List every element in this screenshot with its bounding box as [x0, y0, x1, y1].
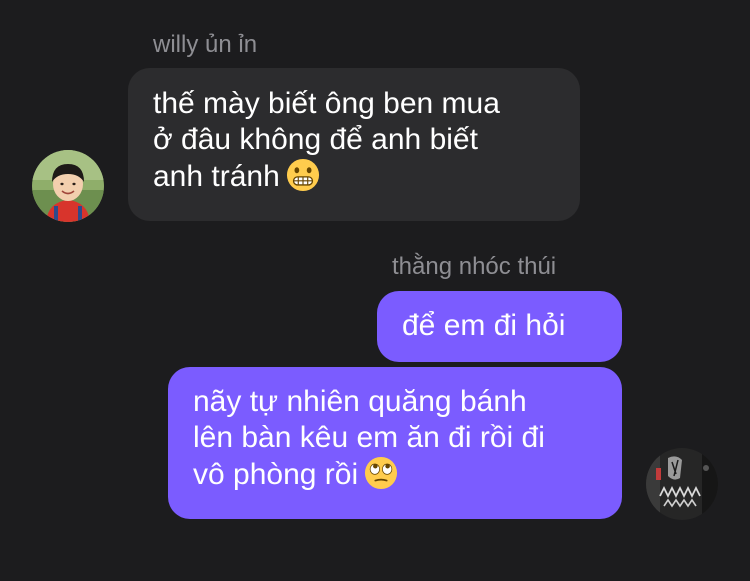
message-line: ở đâu không để anh biết	[153, 123, 478, 156]
sender-name-incoming: willy ủn ỉn	[153, 31, 258, 58]
message-line-text: vô phòng rồi	[193, 458, 359, 491]
avatar-outgoing[interactable]	[646, 448, 718, 520]
avatar-incoming[interactable]	[32, 150, 104, 222]
message-line: vô phòng rồi	[193, 456, 597, 493]
sender-name-outgoing: thằng nhóc thúi	[392, 253, 557, 280]
message-bubble-outgoing[interactable]: nãy tự nhiên quăng bánh lên bàn kêu em ă…	[168, 367, 622, 519]
message-line: lên bàn kêu em ăn đi rồi đi	[193, 421, 545, 454]
message-bubble-outgoing[interactable]: để em đi hỏi	[377, 291, 622, 362]
message-line: thế mày biết ông ben mua	[153, 87, 500, 120]
rolling-eyes-face-emoji	[365, 456, 398, 490]
message-line: nãy tự nhiên quăng bánh	[193, 385, 527, 418]
avatar-photo	[32, 150, 104, 222]
grimacing-face-emoji	[286, 158, 319, 192]
message-line: để em đi hỏi	[402, 309, 566, 342]
message-bubble-incoming[interactable]: thế mày biết ông ben mua ở đâu không để …	[128, 68, 580, 221]
message-line: anh tránh	[153, 158, 555, 195]
message-line-text: anh tránh	[153, 160, 280, 193]
avatar-photo	[646, 448, 718, 520]
